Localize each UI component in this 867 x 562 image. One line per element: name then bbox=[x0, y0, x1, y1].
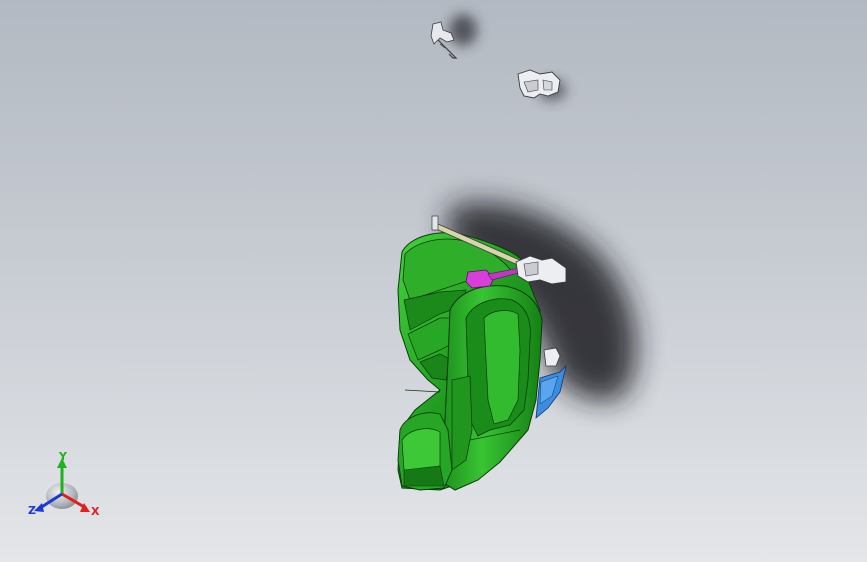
floating-bracket-medium[interactable] bbox=[517, 69, 561, 99]
blue-component[interactable] bbox=[535, 364, 567, 419]
model-scene[interactable] bbox=[0, 0, 867, 562]
y-axis-label: Y bbox=[59, 450, 67, 463]
x-axis-label: X bbox=[91, 505, 100, 518]
cad-viewport[interactable]: Y X Z bbox=[0, 0, 867, 562]
z-axis-label: Z bbox=[28, 504, 36, 517]
axis-triad[interactable] bbox=[34, 458, 90, 512]
